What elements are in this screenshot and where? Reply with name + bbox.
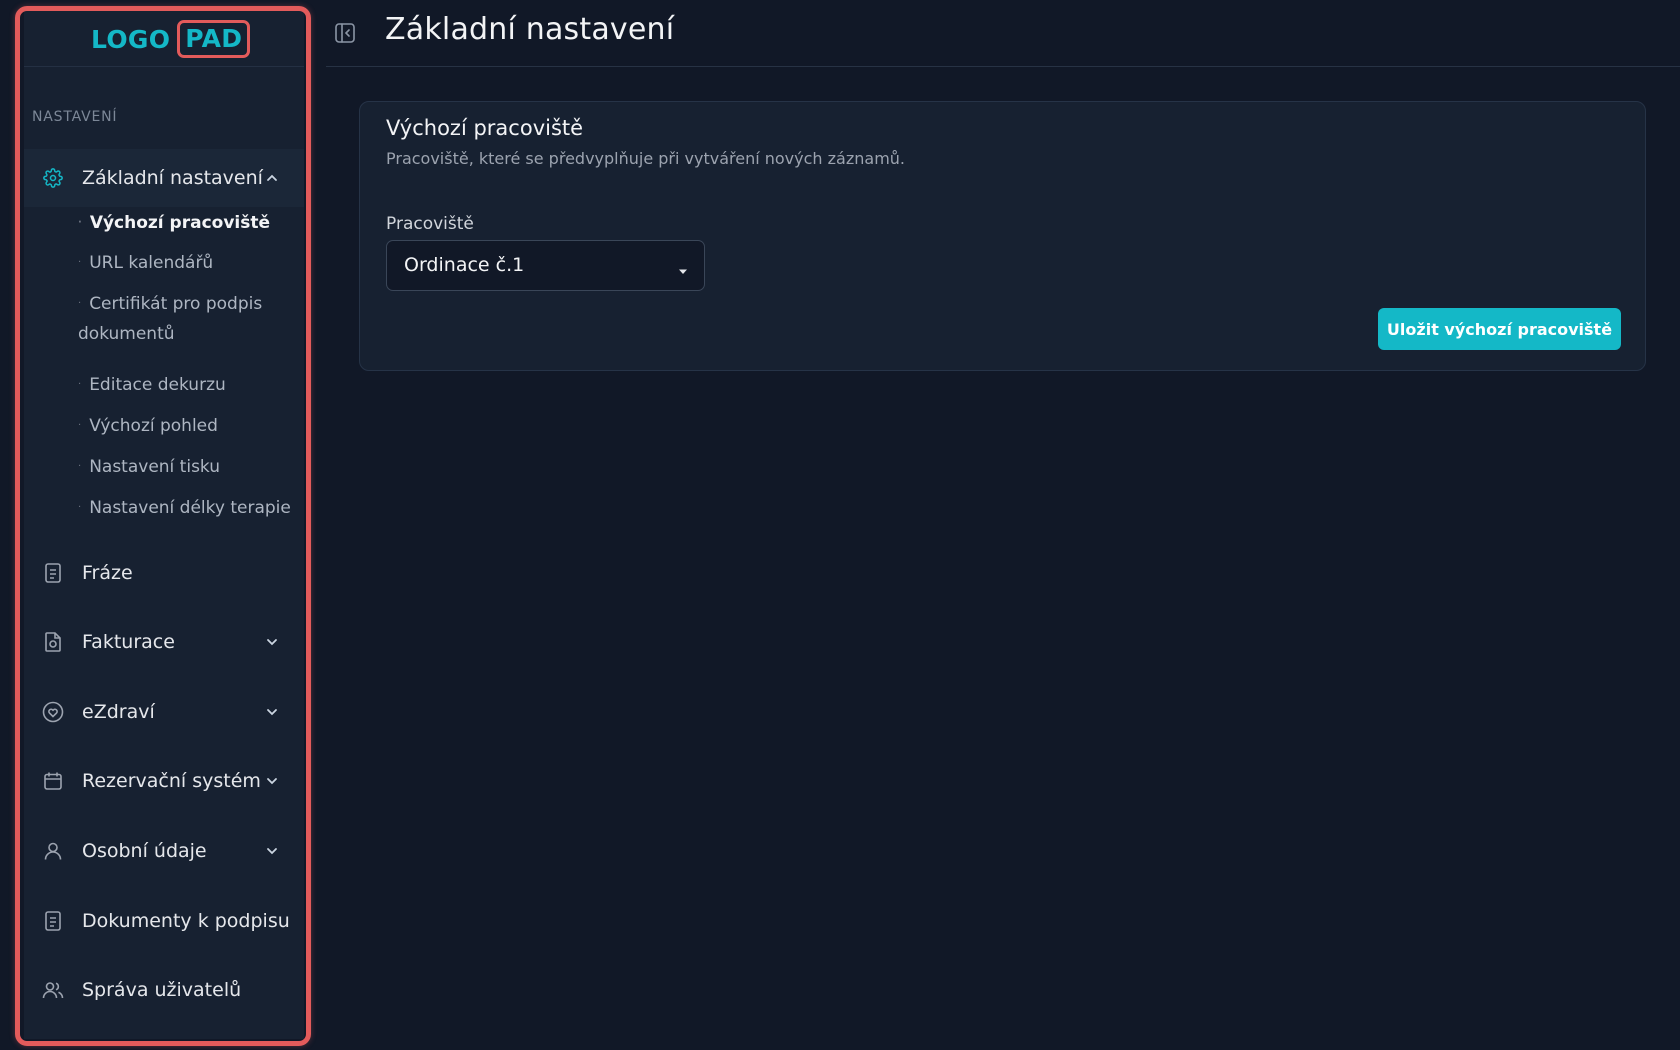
sub-item-label: Editace dekurzu (89, 375, 226, 395)
card-title: Výchozí pracoviště (386, 116, 584, 140)
sub-item-label: Certifikát pro podpis dokumentů (78, 294, 263, 344)
chevron-up-icon (266, 172, 278, 184)
sidebar-item-label: Základní nastavení (82, 167, 263, 189)
card-description: Pracoviště, které se předvyplňuje při vy… (386, 149, 905, 168)
logo-text-highlighted: PAD (177, 20, 251, 58)
bullet-icon: · (78, 257, 82, 268)
calendar-icon (42, 770, 64, 792)
heart-icon (42, 701, 64, 723)
bullet-icon: · (78, 217, 82, 228)
sub-item-url-kalendaru[interactable]: · URL kalendářů (78, 248, 298, 278)
sub-item-vychozi-pracoviste[interactable]: · Výchozí pracoviště (78, 208, 298, 238)
sidebar-item-label: eZdraví (82, 701, 155, 723)
sidebar-section-title: NASTAVENÍ (32, 109, 118, 125)
sidebar-item-label: Fakturace (82, 631, 175, 653)
caret-down-icon (678, 261, 688, 274)
sidebar-item-sprava-uzivatelu[interactable]: Správa uživatelů (24, 961, 304, 1019)
sub-item-editace-dekurzu[interactable]: · Editace dekurzu (78, 370, 298, 400)
sidebar-item-rezervacni-system[interactable]: Rezervační systém (24, 752, 304, 810)
users-icon (42, 979, 64, 1001)
chevron-down-icon (266, 636, 278, 648)
sidebar: LOGO PAD NASTAVENÍ Základní nastavení · V… (0, 0, 326, 1050)
gear-icon (42, 167, 64, 189)
sub-item-label: URL kalendářů (89, 253, 214, 273)
sidebar-item-osobni-udaje[interactable]: Osobní údaje (24, 822, 304, 880)
chevron-down-icon (266, 845, 278, 857)
sidebar-item-label: Dokumenty k podpisu (82, 910, 290, 932)
save-default-workplace-button[interactable]: Uložit výchozí pracoviště (1378, 308, 1621, 350)
bullet-icon: · (78, 379, 82, 390)
sub-item-label: Nastavení tisku (89, 457, 221, 477)
workplace-select-value: Ordinace č.1 (404, 254, 525, 276)
bullet-icon: · (78, 502, 82, 513)
header: Základní nastavení (326, 0, 1680, 67)
sidebar-item-label: Osobní údaje (82, 840, 207, 862)
sidebar-collapse-button[interactable] (334, 22, 356, 44)
workplace-select[interactable]: Ordinace č.1 (386, 240, 705, 291)
sidebar-collapse-icon (334, 22, 356, 44)
chevron-down-icon (266, 706, 278, 718)
logo[interactable]: LOGO PAD (91, 19, 251, 59)
sidebar-panel: LOGO PAD NASTAVENÍ Základní nastavení · V… (24, 11, 304, 1039)
logo-bar: LOGO PAD (24, 11, 304, 67)
page-title: Základní nastavení (385, 12, 675, 47)
sub-item-vychozi-pohled[interactable]: · Výchozí pohled (78, 411, 298, 441)
sidebar-item-fakturace[interactable]: Fakturace (24, 613, 304, 671)
user-icon (42, 840, 64, 862)
sub-item-label: Nastavení délky terapie (89, 498, 291, 518)
sub-item-label: Výchozí pracoviště (89, 213, 271, 233)
sub-item-nastaveni-tisku[interactable]: · Nastavení tisku (78, 452, 298, 482)
invoice-icon (42, 631, 64, 653)
bullet-icon: · (78, 420, 82, 431)
sub-item-certifikat[interactable]: · Certifikát pro podpis dokumentů (78, 289, 298, 349)
sidebar-item-dokumenty-k-podpisu[interactable]: Dokumenty k podpisu (24, 892, 304, 950)
sidebar-item-label: Správa uživatelů (82, 979, 242, 1001)
default-workplace-card: Výchozí pracoviště Pracoviště, které se … (359, 101, 1646, 371)
sub-item-label: Výchozí pohled (89, 416, 218, 436)
workplace-field-label: Pracoviště (386, 214, 474, 234)
bullet-icon: · (78, 298, 82, 309)
sidebar-item-fraze[interactable]: Fráze (24, 544, 304, 602)
document-icon (42, 562, 64, 584)
sidebar-item-ezdravi[interactable]: eZdraví (24, 683, 304, 741)
logo-text: LOGO (91, 24, 171, 54)
sidebar-item-label: Rezervační systém (82, 770, 261, 792)
sidebar-item-zakladni-nastaveni[interactable]: Základní nastavení (24, 149, 304, 207)
sidebar-item-label: Fráze (82, 562, 133, 584)
bullet-icon: · (78, 461, 82, 472)
sub-item-delka-terapie[interactable]: · Nastavení délky terapie (78, 493, 298, 523)
document-icon (42, 910, 64, 932)
chevron-down-icon (266, 775, 278, 787)
